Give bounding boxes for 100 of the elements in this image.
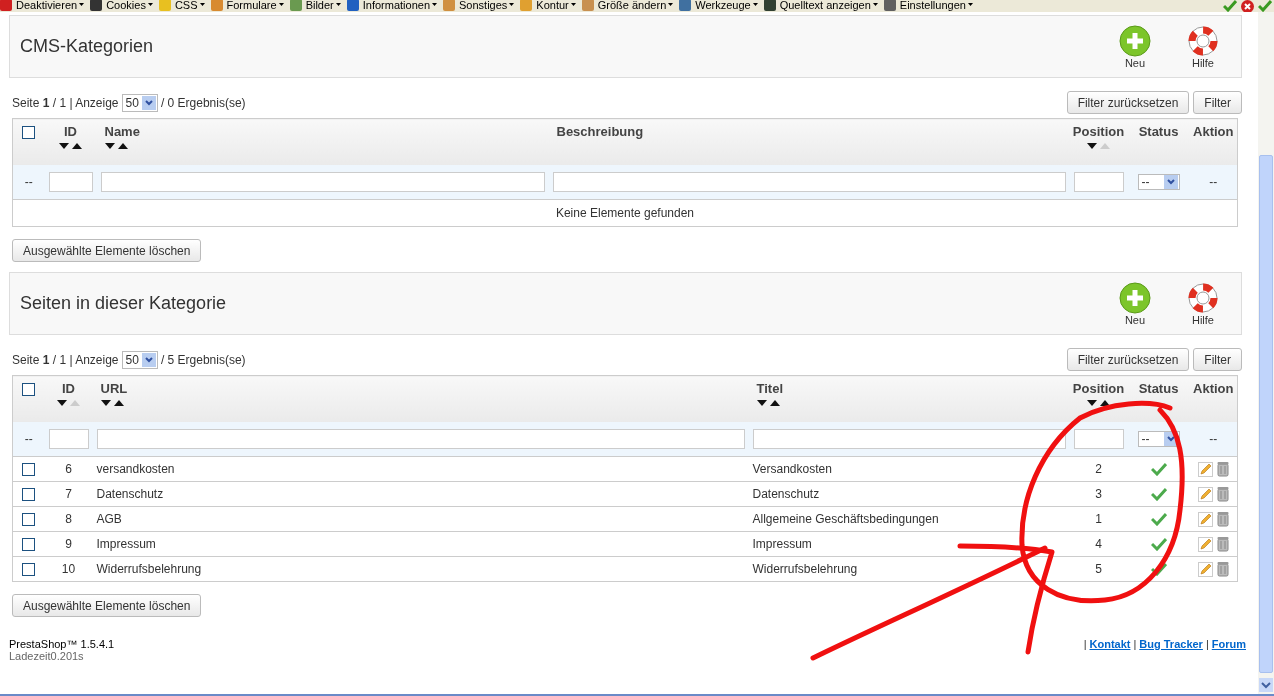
sort-down-icon[interactable] bbox=[100, 400, 111, 406]
toolbar-icon bbox=[520, 0, 533, 11]
row-checkbox[interactable] bbox=[22, 463, 36, 477]
checkmark-icon[interactable] bbox=[1150, 462, 1167, 477]
help-button[interactable]: Hilfe bbox=[1177, 24, 1229, 69]
sort-up-icon[interactable] bbox=[1100, 400, 1110, 406]
sort-down-icon[interactable] bbox=[59, 143, 69, 149]
scrollbar[interactable] bbox=[1258, 12, 1274, 694]
filter-button[interactable]: Filter bbox=[1193, 91, 1242, 114]
footer-link[interactable]: Bug Tracker bbox=[1139, 638, 1203, 662]
status-select[interactable]: -- bbox=[1137, 431, 1180, 447]
delete-selected-button[interactable]: Ausgewählte Elemente löschen bbox=[12, 239, 202, 262]
pencil-icon[interactable] bbox=[1197, 461, 1213, 477]
sort-down-icon[interactable] bbox=[1087, 143, 1097, 149]
toolbar-icon bbox=[90, 0, 103, 11]
trash-icon[interactable] bbox=[1216, 486, 1229, 502]
sort-up-icon[interactable] bbox=[113, 400, 124, 406]
column-header: Position bbox=[1072, 381, 1125, 396]
caret-icon bbox=[872, 3, 878, 6]
filter-input[interactable] bbox=[752, 429, 1066, 449]
reset-filter-button[interactable]: Filter zurücksetzen bbox=[1066, 91, 1190, 114]
toolbar-menu[interactable]: Cookies bbox=[90, 0, 153, 11]
checkmark-icon[interactable] bbox=[1150, 487, 1167, 502]
toolbar-menu[interactable]: CSS bbox=[158, 0, 205, 11]
caret-icon bbox=[570, 3, 576, 6]
trash-icon[interactable] bbox=[1216, 561, 1229, 577]
close-icon[interactable] bbox=[1241, 0, 1254, 12]
toolbar-menu[interactable]: Formulare bbox=[210, 0, 284, 11]
toolbar-menu[interactable]: Deaktivieren bbox=[0, 0, 85, 11]
pencil-icon[interactable] bbox=[1197, 511, 1213, 527]
help-button[interactable]: Hilfe bbox=[1177, 281, 1229, 326]
sort-down-icon[interactable] bbox=[104, 143, 115, 149]
select-all-checkbox[interactable] bbox=[22, 126, 36, 140]
select-all-checkbox[interactable] bbox=[22, 383, 36, 397]
table-cell: Impressum bbox=[748, 531, 1070, 557]
pencil-icon[interactable] bbox=[1197, 536, 1213, 552]
caret-icon bbox=[79, 3, 85, 6]
filter-button[interactable]: Filter bbox=[1193, 348, 1242, 371]
checkmark-icon[interactable] bbox=[1258, 0, 1272, 12]
trash-icon[interactable] bbox=[1216, 461, 1229, 477]
per-page-select[interactable]: 50 bbox=[121, 350, 158, 369]
footer-link[interactable]: Kontakt bbox=[1089, 638, 1131, 662]
checkmark-icon[interactable] bbox=[1223, 0, 1237, 12]
filter-input[interactable] bbox=[48, 172, 93, 192]
scroll-down-icon[interactable] bbox=[1259, 678, 1273, 692]
caret-icon bbox=[199, 3, 205, 6]
empty-filter: -- bbox=[24, 175, 33, 189]
checkmark-icon[interactable] bbox=[1150, 512, 1167, 527]
toolbar-menu[interactable]: Größe ändern bbox=[581, 0, 674, 11]
table-cell: 9 bbox=[44, 531, 93, 557]
caret-icon bbox=[668, 3, 674, 6]
column-header: Beschreibung bbox=[556, 124, 644, 139]
link-separator: | bbox=[1205, 638, 1209, 652]
reset-filter-button[interactable]: Filter zurücksetzen bbox=[1066, 348, 1190, 371]
filter-input[interactable] bbox=[48, 429, 89, 449]
per-page-select[interactable]: 50 bbox=[121, 93, 158, 112]
caret-icon bbox=[278, 3, 284, 6]
pencil-icon[interactable] bbox=[1197, 486, 1213, 502]
table-cell: versandkosten bbox=[92, 456, 749, 482]
table-cell: 1 bbox=[1069, 506, 1128, 532]
sort-down-icon[interactable] bbox=[1087, 400, 1097, 406]
filter-input[interactable] bbox=[1073, 172, 1124, 192]
table-cell: Datenschutz bbox=[748, 481, 1070, 507]
column-header: URL bbox=[100, 381, 128, 396]
toolbar-menu[interactable]: Quelltext anzeigen bbox=[763, 0, 878, 11]
column-header: Aktion bbox=[1193, 381, 1234, 396]
toolbar-menu[interactable]: Sonstiges bbox=[443, 0, 515, 11]
footer-link[interactable]: Forum bbox=[1211, 638, 1246, 662]
filter-input[interactable] bbox=[96, 429, 745, 449]
column-header: Position bbox=[1072, 124, 1125, 139]
toolbar-menu[interactable]: Einstellungen bbox=[883, 0, 973, 11]
new-button[interactable]: Neu bbox=[1109, 281, 1161, 326]
table-cell: Widerrufsbelehrung bbox=[92, 556, 749, 582]
row-checkbox[interactable] bbox=[22, 563, 36, 577]
trash-icon[interactable] bbox=[1216, 536, 1229, 552]
sort-up-icon[interactable] bbox=[769, 400, 780, 406]
row-checkbox[interactable] bbox=[22, 538, 36, 552]
filter-input[interactable] bbox=[552, 172, 1066, 192]
row-checkbox[interactable] bbox=[22, 488, 36, 502]
delete-selected-button[interactable]: Ausgewählte Elemente löschen bbox=[12, 594, 202, 617]
lifebuoy-icon bbox=[1187, 281, 1219, 314]
sort-down-icon[interactable] bbox=[57, 400, 67, 406]
row-checkbox[interactable] bbox=[22, 513, 36, 527]
scrollbar-thumb[interactable] bbox=[1259, 155, 1273, 673]
table-cell: 2 bbox=[1069, 456, 1128, 482]
toolbar-menu[interactable]: Informationen bbox=[346, 0, 438, 11]
pencil-icon[interactable] bbox=[1197, 561, 1213, 577]
toolbar-menu[interactable]: Kontur bbox=[520, 0, 576, 11]
sort-down-icon[interactable] bbox=[756, 400, 767, 406]
sort-up-icon[interactable] bbox=[117, 143, 128, 149]
status-select[interactable]: -- bbox=[1137, 174, 1180, 190]
checkmark-icon[interactable] bbox=[1150, 562, 1167, 577]
toolbar-menu[interactable]: Werkzeuge bbox=[679, 0, 758, 11]
checkmark-icon[interactable] bbox=[1150, 537, 1167, 552]
new-button[interactable]: Neu bbox=[1109, 24, 1161, 69]
filter-input[interactable] bbox=[100, 172, 545, 192]
toolbar-menu[interactable]: Bilder bbox=[289, 0, 341, 11]
sort-up-icon[interactable] bbox=[72, 143, 82, 149]
filter-input[interactable] bbox=[1073, 429, 1124, 449]
trash-icon[interactable] bbox=[1216, 511, 1229, 527]
